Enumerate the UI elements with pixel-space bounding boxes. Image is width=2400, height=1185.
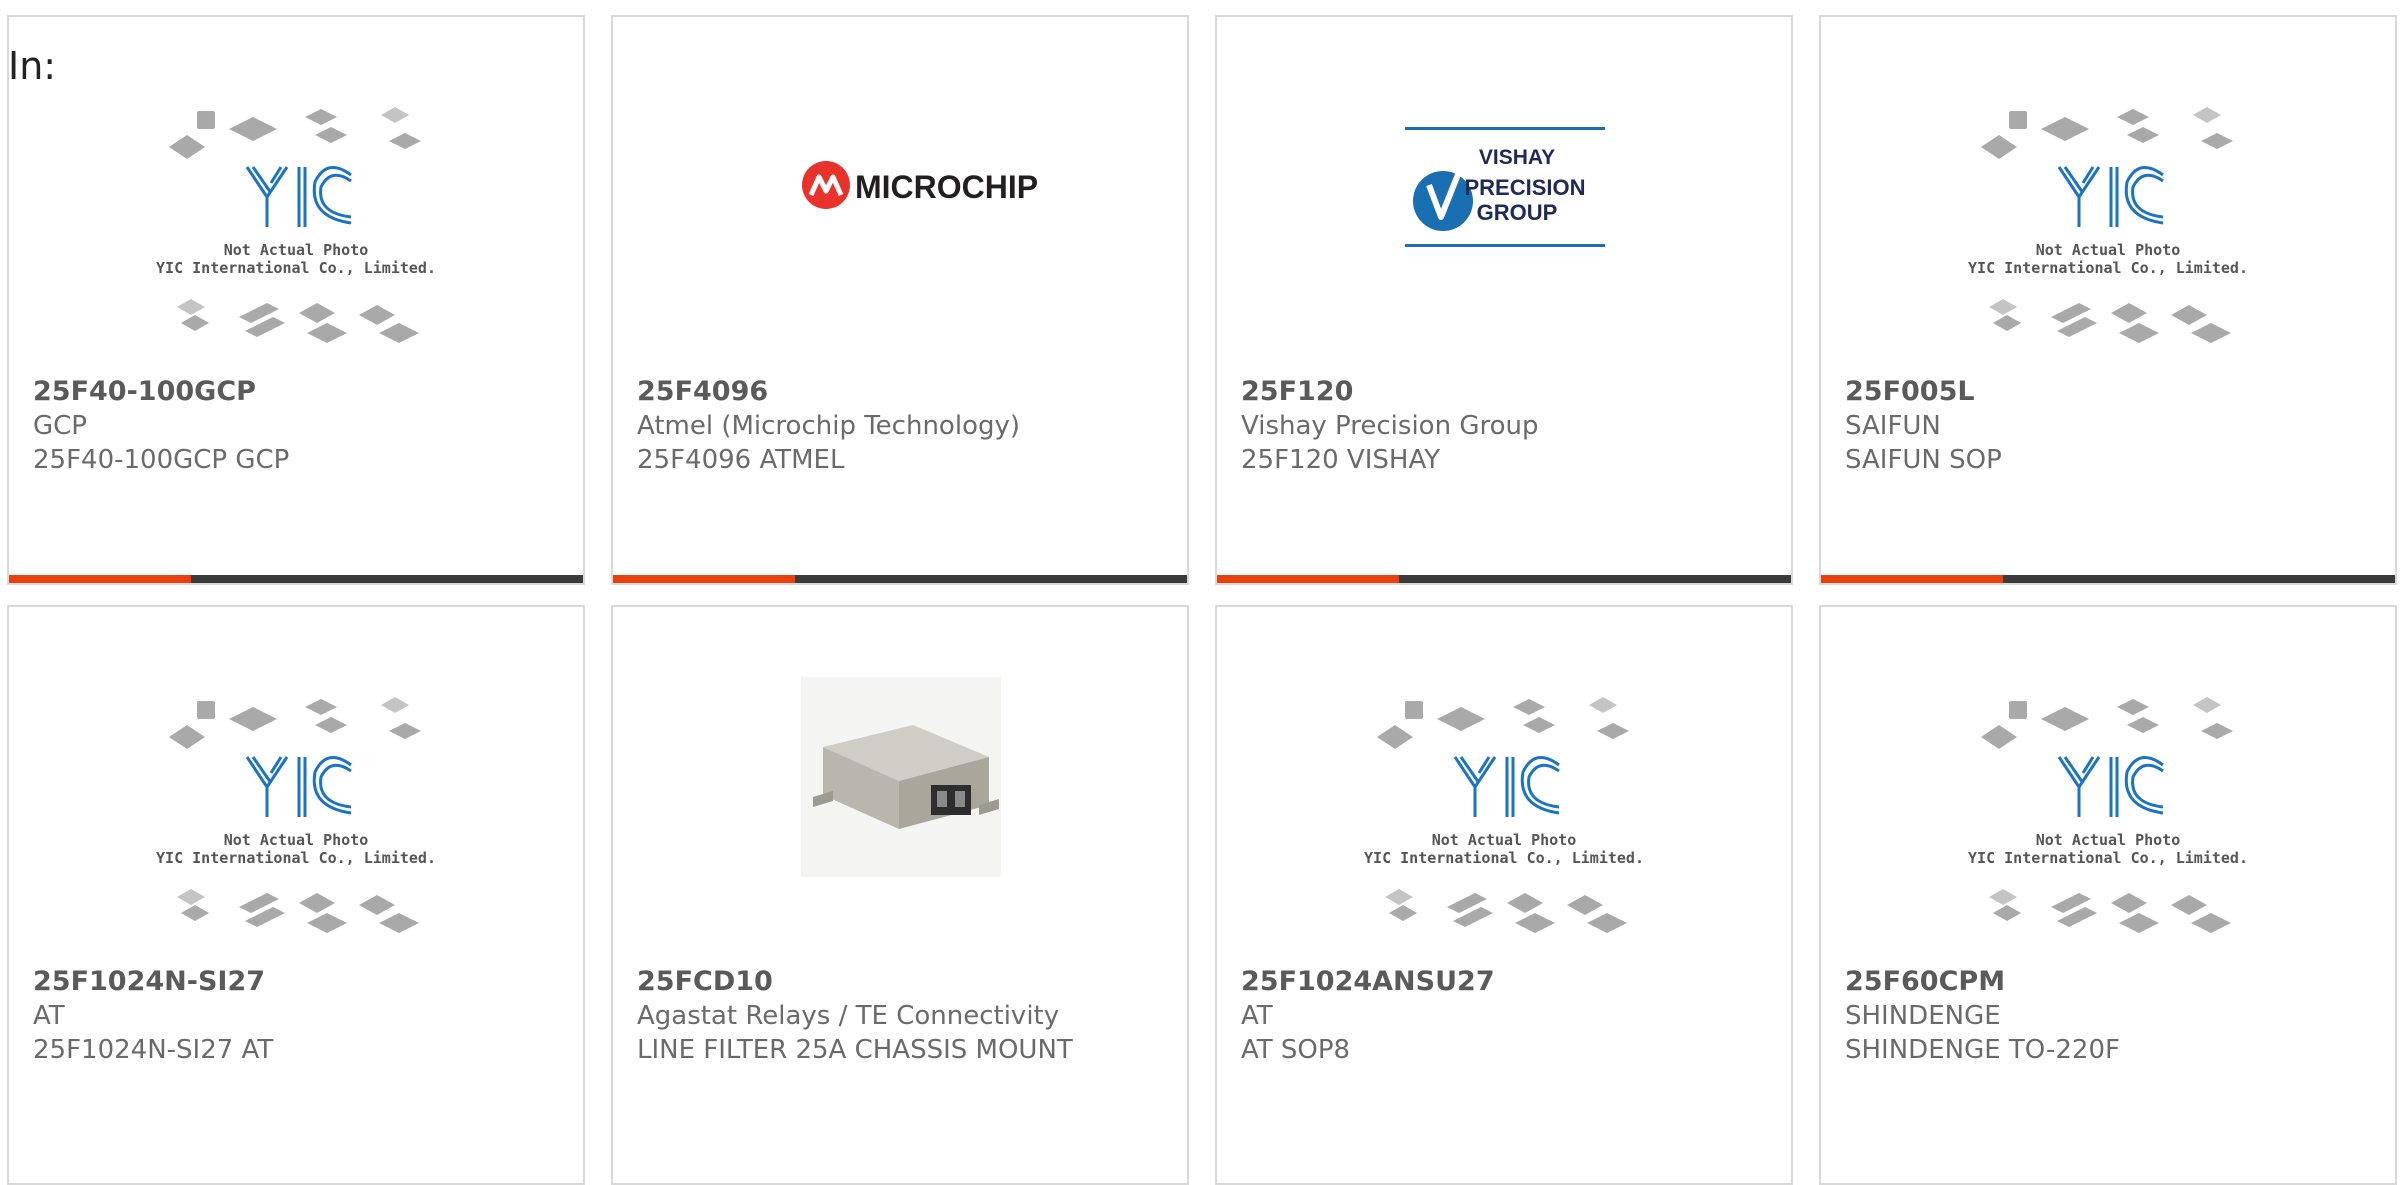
placeholder-line1: Not Actual Photo <box>224 241 369 259</box>
part-number[interactable]: 25F4096 <box>637 375 1163 409</box>
manufacturer: AT <box>1241 1001 1273 1031</box>
card-accent <box>9 575 191 583</box>
card-bottom-bar <box>9 575 583 583</box>
description: 25F4096 ATMEL <box>637 445 845 475</box>
placeholder-line2: YIC International Co., Limited. <box>156 849 436 867</box>
part-number[interactable]: 25F120 <box>1241 375 1767 409</box>
manufacturer: AT <box>33 1001 65 1031</box>
vishay-line3: GROUP <box>1477 200 1558 225</box>
vishay-line2: PRECISION <box>1464 175 1585 200</box>
part-number[interactable]: 25F60CPM <box>1845 965 2371 999</box>
placeholder-line2: YIC International Co., Limited. <box>1364 849 1644 867</box>
product-card[interactable]: MICROCHIP 25F4096 Atmel (Microchip Techn… <box>611 15 1189 585</box>
placeholder-line1: Not Actual Photo <box>2036 831 2181 849</box>
description: 25F40-100GCP GCP <box>33 445 290 475</box>
manufacturer: GCP <box>33 411 87 441</box>
card-bottom-bar <box>1821 575 2395 583</box>
part-number[interactable]: 25FCD10 <box>637 965 1163 999</box>
product-image-placeholder[interactable]: Not Actual Photo YIC International Co., … <box>1217 607 1791 952</box>
product-image-line-filter[interactable] <box>613 607 1187 952</box>
product-card[interactable]: VISHAY PRECISION GROUP 25F120 Vishay Pre… <box>1215 15 1793 585</box>
manufacturer: Atmel (Microchip Technology) <box>637 411 1021 441</box>
placeholder-line1: Not Actual Photo <box>224 831 369 849</box>
card-accent <box>613 575 795 583</box>
part-number[interactable]: 25F005L <box>1845 375 2371 409</box>
product-image-placeholder[interactable]: Not Actual Photo YIC International Co., … <box>1821 607 2395 952</box>
product-card[interactable]: Not Actual Photo YIC International Co., … <box>1819 15 2397 585</box>
product-card[interactable]: 25FCD10 Agastat Relays / TE Connectivity… <box>611 605 1189 1185</box>
product-image-placeholder[interactable]: Not Actual Photo YIC International Co., … <box>1821 17 2395 362</box>
part-number[interactable]: 25F1024ANSU27 <box>1241 965 1767 999</box>
description: SAIFUN SOP <box>1845 445 2002 475</box>
placeholder-line2: YIC International Co., Limited. <box>156 259 436 277</box>
manufacturer: Agastat Relays / TE Connectivity <box>637 1001 1060 1031</box>
in-label: In: <box>8 44 57 88</box>
product-card[interactable]: Not Actual Photo YIC International Co., … <box>7 605 585 1185</box>
part-number[interactable]: 25F40-100GCP <box>33 375 559 409</box>
part-number[interactable]: 25F1024N-SI27 <box>33 965 559 999</box>
product-card[interactable]: Not Actual Photo YIC International Co., … <box>1819 605 2397 1185</box>
microchip-logo-text: MICROCHIP <box>855 169 1038 205</box>
manufacturer: SAIFUN <box>1845 411 1941 441</box>
product-grid: Not Actual Photo YIC International Co., … <box>0 0 2400 1185</box>
microchip-logo-icon <box>802 161 850 209</box>
card-bottom-bar <box>1217 575 1791 583</box>
description: LINE FILTER 25A CHASSIS MOUNT <box>637 1035 1073 1065</box>
product-card[interactable]: Not Actual Photo YIC International Co., … <box>7 15 585 585</box>
description: 25F120 VISHAY <box>1241 445 1441 475</box>
product-image-vishay[interactable]: VISHAY PRECISION GROUP <box>1217 17 1791 362</box>
placeholder-line2: YIC International Co., Limited. <box>1968 259 2248 277</box>
placeholder-line2: YIC International Co., Limited. <box>1968 849 2248 867</box>
product-image-placeholder[interactable]: Not Actual Photo YIC International Co., … <box>9 607 583 952</box>
card-accent <box>1821 575 2003 583</box>
product-card[interactable]: Not Actual Photo YIC International Co., … <box>1215 605 1793 1185</box>
description: AT SOP8 <box>1241 1035 1351 1065</box>
product-image-microchip[interactable]: MICROCHIP <box>613 17 1187 362</box>
vishay-line1: VISHAY <box>1479 146 1555 169</box>
manufacturer: Vishay Precision Group <box>1241 411 1539 441</box>
description: SHINDENGE TO-220F <box>1845 1035 2120 1065</box>
card-accent <box>1217 575 1399 583</box>
placeholder-line1: Not Actual Photo <box>2036 241 2181 259</box>
description: 25F1024N-SI27 AT <box>33 1035 274 1065</box>
card-bottom-bar <box>613 575 1187 583</box>
manufacturer: SHINDENGE <box>1845 1001 2001 1031</box>
product-image-placeholder[interactable]: Not Actual Photo YIC International Co., … <box>9 17 583 362</box>
placeholder-line1: Not Actual Photo <box>1432 831 1577 849</box>
